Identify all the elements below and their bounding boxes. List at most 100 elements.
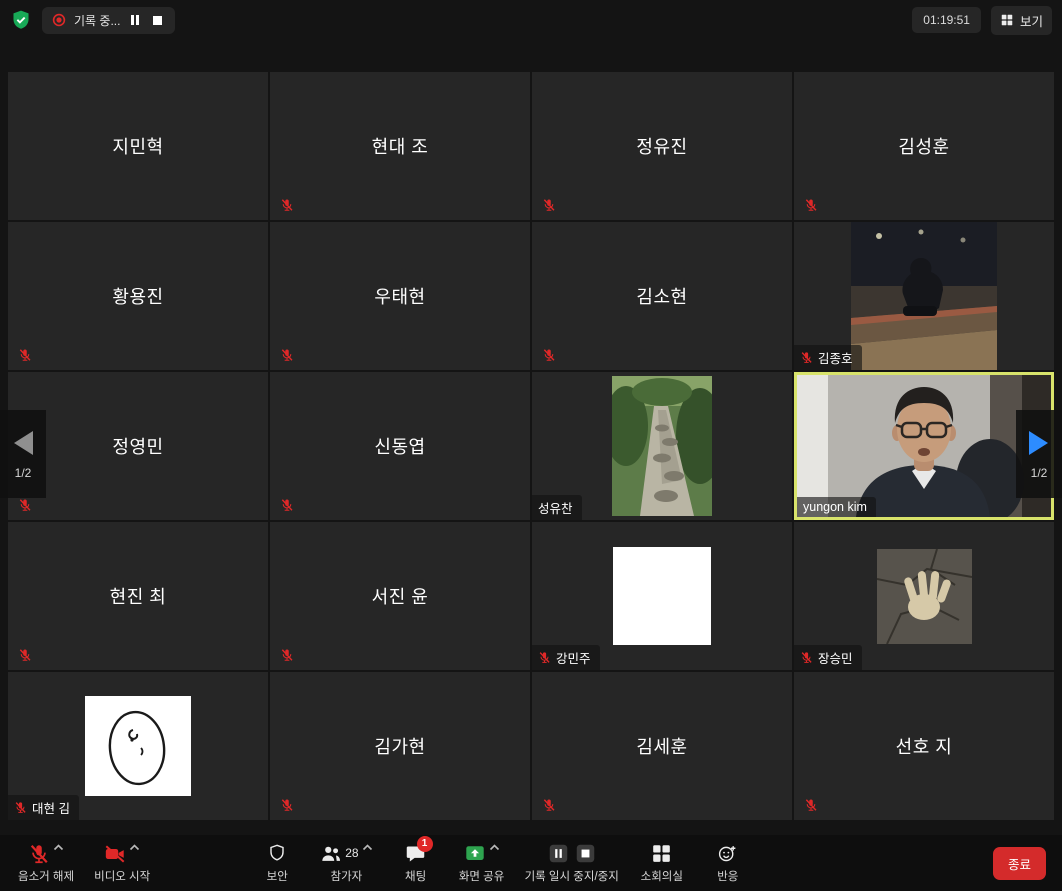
participant-name: 선호 지 xyxy=(896,733,953,759)
toolbar-mute-button[interactable]: 음소거 해제 xyxy=(10,840,82,887)
mic-muted-icon xyxy=(542,348,556,362)
toolbar-video-button[interactable]: 비디오 시작 xyxy=(86,840,158,887)
participant-name: 김소현 xyxy=(636,283,687,309)
chat-unread-badge: 1 xyxy=(417,836,433,852)
toolbar-label: 소회의실 xyxy=(641,868,683,884)
camera-muted-icon xyxy=(104,843,126,865)
recording-dot-icon xyxy=(52,13,66,27)
participant-tile[interactable]: 김가현 xyxy=(270,672,530,820)
chevron-up-icon[interactable] xyxy=(53,844,64,851)
mic-muted-icon xyxy=(28,843,50,865)
chevron-up-icon[interactable] xyxy=(489,844,500,851)
participant-name: 황용진 xyxy=(112,283,163,309)
mic-muted-icon xyxy=(14,801,27,814)
participant-tile[interactable]: 장승민 xyxy=(794,522,1054,670)
participant-name: 현진 최 xyxy=(110,583,167,609)
participant-label: 김종호 xyxy=(794,345,862,370)
recording-label: 기록 중... xyxy=(74,12,120,29)
recording-indicator: 기록 중... xyxy=(42,7,175,34)
mic-muted-icon xyxy=(542,798,556,812)
gallery-grid: 지민혁현대 조 정유진 김성훈황용진 우태현 김소현김종호정영민 신동엽성유찬 yungon… xyxy=(8,72,1054,820)
participant-tile[interactable]: 지민혁 xyxy=(8,72,268,220)
mic-muted-icon xyxy=(538,651,551,664)
participant-name: yungon kim xyxy=(803,500,867,514)
prev-page-button[interactable]: 1/2 xyxy=(0,410,46,498)
shield-icon xyxy=(267,843,287,863)
participant-tile[interactable]: 서진 윤 xyxy=(270,522,530,670)
participant-video xyxy=(851,222,997,370)
meeting-timer: 01:19:51 xyxy=(912,7,981,33)
participant-tile[interactable]: 우태현 xyxy=(270,222,530,370)
arrow-right-icon xyxy=(1027,429,1051,457)
participant-name: 정영민 xyxy=(112,433,163,459)
chevron-up-icon[interactable] xyxy=(129,844,140,851)
participant-video xyxy=(85,696,191,796)
breakout-rooms-icon xyxy=(651,843,672,864)
participant-tile[interactable]: 김종호 xyxy=(794,222,1054,370)
participant-tile[interactable]: 황용진 xyxy=(8,222,268,370)
toolbar-chat-button[interactable]: 채팅1 xyxy=(385,840,447,887)
mic-muted-icon xyxy=(280,198,294,212)
participant-label: yungon kim xyxy=(797,497,876,517)
participant-name: 서진 윤 xyxy=(372,583,429,609)
toolbar-reactions-button[interactable]: 반응 xyxy=(697,840,759,887)
participants-icon xyxy=(320,843,342,865)
stop-recording-button[interactable] xyxy=(150,14,165,27)
participant-tile[interactable]: 선호 지 xyxy=(794,672,1054,820)
participant-tile[interactable]: 강민주 xyxy=(532,522,792,670)
mic-muted-icon xyxy=(804,198,818,212)
toolbar-label: 채팅 xyxy=(405,868,426,884)
participant-tile[interactable]: 성유찬 xyxy=(532,372,792,520)
participant-tile[interactable]: yungon kim xyxy=(794,372,1054,520)
toolbar-label: 음소거 해제 xyxy=(18,868,74,884)
toolbar-record-button[interactable]: 기록 일시 중지/중지 xyxy=(517,840,627,887)
mic-muted-icon xyxy=(280,798,294,812)
participant-tile[interactable]: 대현 김 xyxy=(8,672,268,820)
participant-tile[interactable]: 김세훈 xyxy=(532,672,792,820)
page-indicator: 1/2 xyxy=(15,466,32,480)
participant-name: 김성훈 xyxy=(898,133,949,159)
view-button[interactable]: 보기 xyxy=(991,6,1052,35)
topbar: 기록 중... 01:19:51 보기 xyxy=(0,0,1062,40)
toolbar-share-button[interactable]: 화면 공유 xyxy=(451,840,513,887)
next-page-button[interactable]: 1/2 xyxy=(1016,410,1062,498)
mic-muted-icon xyxy=(800,651,813,664)
toolbar-label: 비디오 시작 xyxy=(94,868,150,884)
participant-tile[interactable]: 현진 최 xyxy=(8,522,268,670)
topbar-right: 01:19:51 보기 xyxy=(912,6,1052,35)
mic-muted-icon xyxy=(804,798,818,812)
toolbar-label: 화면 공유 xyxy=(459,868,505,884)
mic-muted-icon xyxy=(280,648,294,662)
participant-name: 김가현 xyxy=(374,733,425,759)
chevron-up-icon[interactable] xyxy=(362,844,373,851)
record-pause-stop-icons xyxy=(548,843,596,864)
toolbar-participants-button[interactable]: 28참가자 xyxy=(312,840,380,887)
participant-count: 28 xyxy=(345,846,358,860)
participant-tile[interactable]: 현대 조 xyxy=(270,72,530,220)
participant-name: 우태현 xyxy=(374,283,425,309)
pause-recording-button[interactable] xyxy=(128,13,142,27)
participant-name: 정유진 xyxy=(636,133,687,159)
mic-muted-icon xyxy=(800,351,813,364)
participant-name: 신동엽 xyxy=(374,433,425,459)
end-meeting-button[interactable]: 종료 xyxy=(993,847,1046,880)
participant-tile[interactable]: 김소현 xyxy=(532,222,792,370)
participant-tile[interactable]: 김성훈 xyxy=(794,72,1054,220)
participant-tile[interactable]: 정영민 xyxy=(8,372,268,520)
mic-muted-icon xyxy=(18,498,32,512)
participant-video xyxy=(612,376,712,516)
participant-name: 성유찬 xyxy=(538,498,573,517)
participant-label: 성유찬 xyxy=(532,495,582,520)
participant-video xyxy=(877,549,972,644)
security-shield-icon[interactable] xyxy=(10,9,32,31)
toolbar-security-button[interactable]: 보안 xyxy=(246,840,308,887)
toolbar-breakout-button[interactable]: 소회의실 xyxy=(631,840,693,887)
participant-video xyxy=(797,375,1051,517)
page-indicator: 1/2 xyxy=(1031,466,1048,480)
mic-muted-icon xyxy=(280,348,294,362)
participant-tile[interactable]: 신동엽 xyxy=(270,372,530,520)
reactions-smiley-icon xyxy=(717,843,738,864)
participant-name: 장승민 xyxy=(818,648,853,667)
participant-name: 김종호 xyxy=(818,348,853,367)
participant-tile[interactable]: 정유진 xyxy=(532,72,792,220)
